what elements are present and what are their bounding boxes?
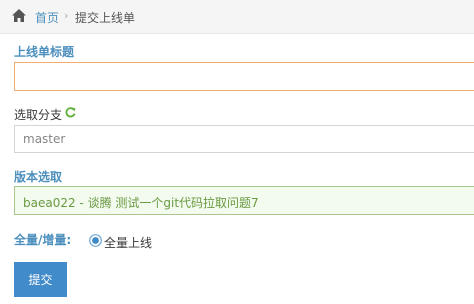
version-label: 版本选取	[14, 170, 63, 184]
full-release-radio[interactable]	[89, 234, 102, 247]
submit-button[interactable]: 提交	[14, 262, 67, 297]
home-icon[interactable]	[12, 9, 26, 22]
breadcrumb-current: 提交上线单	[75, 11, 136, 25]
title-input[interactable]	[14, 62, 474, 91]
breadcrumb-separator: ›	[64, 9, 69, 22]
mode-label: 全量/增量:	[14, 233, 72, 247]
breadcrumb: 首页 › 提交上线单	[0, 0, 474, 34]
full-release-radio-label[interactable]: 全量上线	[104, 234, 152, 251]
title-label: 上线单标题	[14, 45, 75, 59]
version-select[interactable]: baea022 - 谈腾 测试一个git代码拉取问题7	[14, 186, 474, 215]
refresh-icon[interactable]	[65, 107, 76, 118]
breadcrumb-home-link[interactable]: 首页	[35, 9, 59, 26]
branch-label: 选取分支	[14, 108, 63, 122]
branch-select[interactable]: master	[14, 125, 474, 153]
